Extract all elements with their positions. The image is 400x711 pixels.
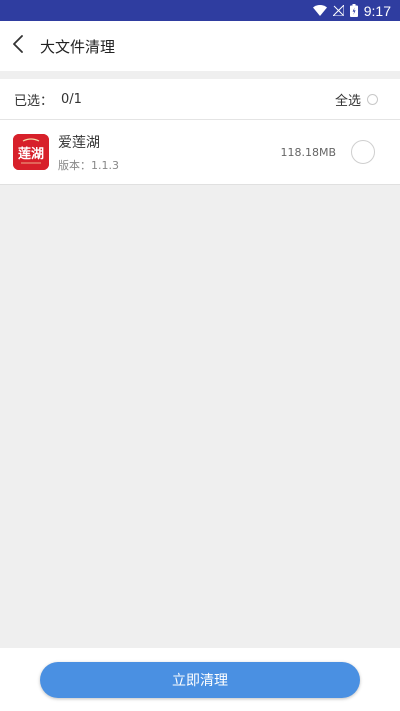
signal-icon: [332, 5, 344, 16]
select-all-label: 全选: [334, 93, 361, 109]
select-all-radio[interactable]: [367, 93, 378, 105]
app-version: 版本：1.1.3: [58, 157, 119, 173]
app-header: 大文件清理: [0, 21, 400, 71]
battery-icon: [349, 4, 358, 17]
section-divider: [0, 71, 400, 79]
clean-now-button[interactable]: 立即清理: [40, 662, 360, 698]
status-bar: 9:17: [0, 0, 400, 21]
wifi-icon: [312, 5, 327, 16]
svg-text:莲湖: 莲湖: [18, 146, 44, 162]
app-info: 爱莲湖 版本：1.1.3: [58, 132, 119, 173]
app-icon: 莲湖: [13, 134, 49, 170]
selection-bar: 已选： 0/1 全选: [0, 79, 400, 120]
app-name: 爱莲湖: [58, 134, 100, 151]
status-time: 9:17: [363, 2, 391, 19]
selected-count: 0/1: [61, 91, 82, 107]
select-all-toggle[interactable]: 全选: [335, 90, 378, 109]
selected-label: 已选：: [14, 93, 54, 109]
footer-bar: 立即清理: [0, 648, 400, 711]
list-item[interactable]: 莲湖 爱莲湖 版本：1.1.3 118.18MB: [0, 120, 400, 185]
version-value: 1.1.3: [91, 158, 119, 172]
page-title: 大文件清理: [40, 37, 116, 56]
back-button[interactable]: [12, 21, 42, 71]
chevron-left-icon: [12, 35, 24, 57]
version-label: 版本：: [58, 158, 91, 172]
item-select-radio[interactable]: [351, 140, 375, 164]
file-size: 118.18MB: [280, 145, 336, 159]
